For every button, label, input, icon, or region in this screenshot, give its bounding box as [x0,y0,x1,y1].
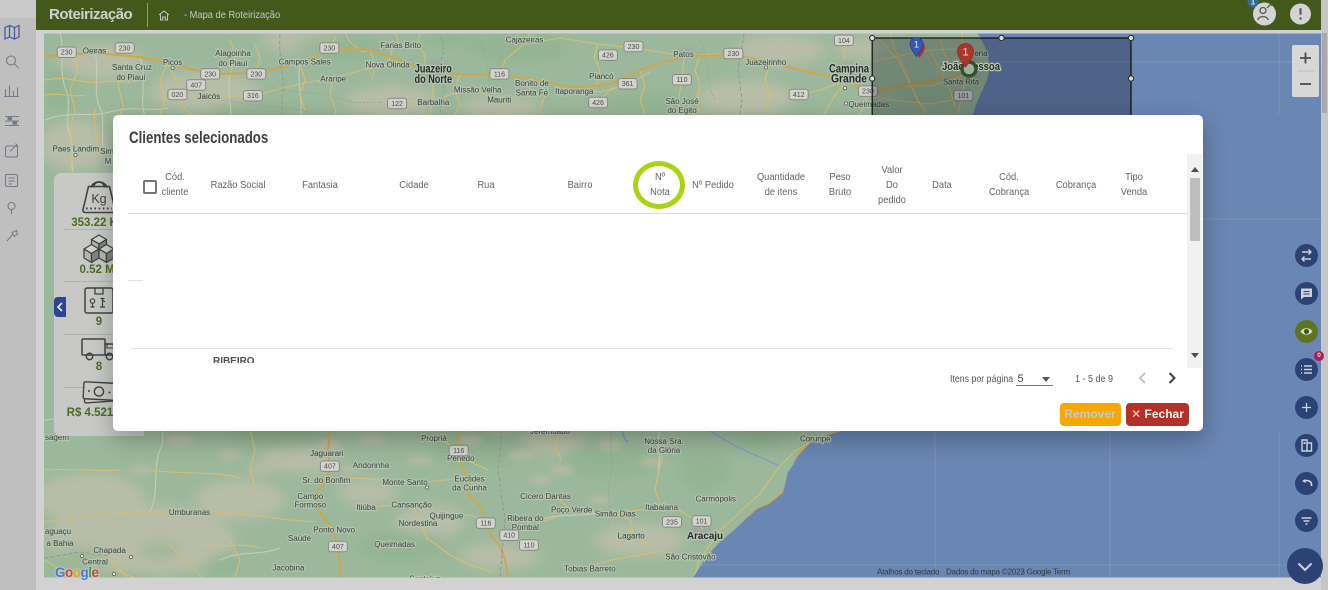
svg-text:Propriá: Propriá [421,434,447,443]
svg-text:aguaçu: aguaçu [45,527,71,536]
svg-text:Coruripe: Coruripe [800,435,831,444]
svg-text:Nossa Sra.: Nossa Sra. [644,437,684,446]
svg-text:Kg: Kg [91,192,106,206]
svg-text:Mauriti: Mauriti [487,96,511,105]
svg-text:Patos: Patos [673,50,693,59]
svg-text:Itabaiana: Itabaiana [645,503,678,512]
svg-text:Itiúba: Itiúba [356,503,376,512]
svg-text:410: 410 [503,533,515,540]
svg-text:Araripe: Araripe [320,74,346,83]
svg-text:230: 230 [628,44,640,51]
svg-text:Atalhos do teclado: Atalhos do teclado [877,568,940,577]
svg-text:Formoso: Formoso [295,501,327,510]
svg-text:do Norte: do Norte [415,72,453,86]
svg-text:407: 407 [324,464,336,471]
svg-text:da Cunha: da Cunha [452,484,487,493]
svg-text:1: 1 [914,40,919,50]
svg-text:Tobias Barreto: Tobias Barreto [564,565,616,574]
svg-text:Carmópolis: Carmópolis [695,494,735,503]
svg-text:230: 230 [119,45,131,52]
svg-text:Aracaju: Aracaju [687,530,723,542]
svg-text:Ribeira do: Ribeira do [507,514,544,523]
svg-text:407: 407 [190,82,202,89]
svg-text:Bonito de: Bonito de [515,79,549,88]
svg-text:Itaporanga: Itaporanga [555,87,594,96]
svg-text:Santa Cruz: Santa Cruz [112,63,152,72]
svg-text:Campos Sales: Campos Sales [279,57,331,66]
svg-text:426: 426 [592,100,604,107]
svg-text:Paes Landim: Paes Landim [52,145,99,154]
svg-text:Monte Santo: Monte Santo [382,478,428,487]
svg-text:São Cristóvão: São Cristóvão [665,553,716,562]
svg-text:Nova Olinda: Nova Olinda [366,61,411,70]
svg-text:M: M [105,157,112,166]
svg-text:Cansanção: Cansanção [391,501,432,510]
svg-text:407: 407 [332,544,344,551]
svg-text:110: 110 [523,543,534,550]
svg-text:110: 110 [676,77,687,84]
svg-text:1: 1 [962,47,968,59]
svg-text:426: 426 [602,53,614,60]
svg-text:Cajazeiras: Cajazeiras [506,35,544,44]
svg-text:Cicero Dantas: Cicero Dantas [520,492,571,501]
svg-text:Nordestina: Nordestina [399,519,438,528]
svg-text:Piancó: Piancó [589,72,614,81]
svg-text:Barbalha: Barbalha [417,98,450,107]
svg-text:230: 230 [323,45,335,52]
svg-text:Umburanas: Umburanas [169,508,210,517]
svg-text:Lagarto: Lagarto [618,531,646,540]
svg-text:104: 104 [838,38,850,45]
svg-text:Sr. do Bonfim: Sr. do Bonfim [302,476,350,485]
svg-text:230: 230 [727,51,739,58]
svg-text:Santa Fé: Santa Fé [516,89,549,98]
svg-text:Alagoinha: Alagoinha [215,49,251,58]
svg-text:Chapada: Chapada [93,546,126,555]
svg-text:020: 020 [172,92,184,99]
svg-text:116: 116 [480,521,491,528]
svg-text:316: 316 [247,93,259,100]
svg-text:116: 116 [453,448,464,455]
svg-text:do Piauí: do Piauí [116,73,146,82]
svg-text:do Piauí: do Piauí [218,59,248,68]
svg-text:Missão Velha: Missão Velha [454,86,502,95]
svg-text:122: 122 [391,101,403,108]
svg-text:da Glória: da Glória [648,446,681,455]
svg-text:Poço Verde: Poço Verde [551,505,593,514]
svg-text:Ponto Novo: Ponto Novo [313,525,355,534]
svg-text:São José: São José [665,97,699,106]
svg-text:Queimadas: Queimadas [374,540,415,549]
svg-text:Saúde: Saúde [288,534,312,543]
svg-text:Euclides: Euclides [454,475,484,484]
svg-text:230: 230 [61,50,73,57]
svg-text:412: 412 [793,92,805,99]
svg-text:Term: Term [1053,568,1071,577]
svg-text:do Egito: do Egito [667,106,697,115]
svg-text:Simão Dias: Simão Dias [595,509,636,518]
svg-text:230: 230 [204,71,216,78]
svg-text:361: 361 [622,81,634,88]
svg-text:Jaguarari: Jaguarari [310,449,344,458]
svg-text:Picos: Picos [163,58,183,67]
svg-text:Andorinha: Andorinha [353,461,390,470]
svg-text:Oeiras: Oeiras [83,47,107,56]
svg-text:a Bahia: a Bahia [46,539,74,548]
svg-text:Jacobina: Jacobina [272,564,305,573]
svg-text:1: 1 [1251,0,1256,7]
svg-text:Dados do mapa ©2023 Google: Dados do mapa ©2023 Google [946,568,1052,577]
svg-text:116: 116 [494,71,505,78]
svg-text:8: 8 [96,361,103,373]
svg-text:Campo: Campo [297,492,323,501]
svg-text:235: 235 [666,519,678,526]
svg-text:230: 230 [250,71,262,78]
svg-text:101: 101 [696,518,708,525]
svg-text:9: 9 [96,316,102,328]
svg-text:Farias Brito: Farias Brito [380,41,421,50]
svg-text:Grande: Grande [831,74,867,86]
svg-text:Santaluz: Santaluz [409,575,440,584]
svg-text:Jaicós: Jaicós [198,92,221,101]
